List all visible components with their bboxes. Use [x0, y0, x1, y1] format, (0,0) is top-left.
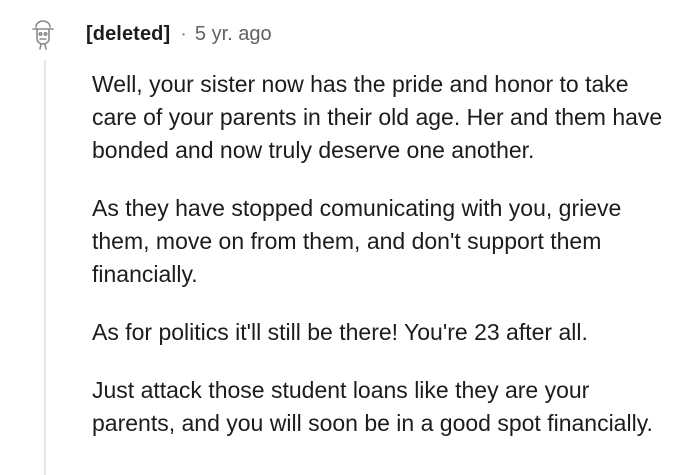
- meta-separator: ·: [180, 22, 187, 45]
- comment-paragraph: Just attack those student loans like the…: [92, 377, 653, 436]
- thread-line[interactable]: [44, 60, 46, 475]
- comment: [deleted] · 5 yr. ago Well, your sister …: [0, 0, 700, 475]
- comment-paragraph: As for politics it'll still be there! Yo…: [92, 319, 588, 345]
- comment-timestamp[interactable]: 5 yr. ago: [195, 23, 272, 46]
- comment-paragraph: As they have stopped comunicating with y…: [92, 195, 622, 287]
- comment-paragraph: Well, your sister now has the pride and …: [92, 71, 663, 163]
- comment-meta: [deleted] · 5 yr. ago: [86, 20, 272, 48]
- deleted-user-avatar-icon[interactable]: [28, 18, 58, 52]
- comment-author[interactable]: [deleted]: [86, 23, 170, 46]
- comment-body: Well, your sister now has the pride and …: [92, 68, 677, 465]
